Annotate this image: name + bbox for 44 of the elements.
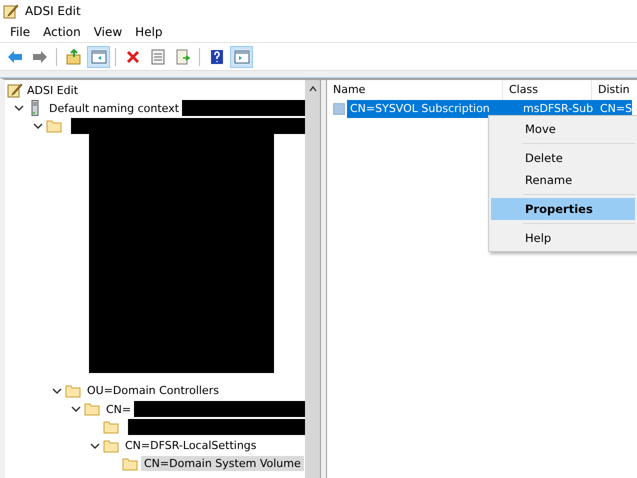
tree-item[interactable]: CN=DFSR-LocalSettings [125,439,257,452]
folder-icon [103,419,119,436]
tree-item[interactable]: Default naming context [49,102,180,115]
tree-item[interactable]: CN= [106,402,132,416]
chevron-icon[interactable] [33,121,43,132]
menu-item[interactable]: Help [129,25,170,39]
chevron-icon[interactable] [71,404,81,414]
folder-icon [84,401,100,418]
window-title: ADSI Edit [25,4,81,18]
window-pane-icon [90,48,106,64]
document-icon [150,48,166,64]
scrollbar[interactable] [305,80,320,478]
menu-item[interactable]: View [88,25,130,39]
export-icon [174,48,190,64]
menu-item[interactable]: Properties [491,198,635,220]
menu-item[interactable]: File [4,25,38,39]
menu-item[interactable]: Rename [491,169,635,191]
tree-item[interactable]: OU=Domain Controllers [87,384,219,398]
menu-item[interactable]: Help [491,227,635,249]
arrow-right-icon [32,48,48,64]
chevron-icon[interactable] [52,386,62,396]
column-header[interactable]: Distin [592,80,630,100]
folder-up-icon [66,48,82,64]
scroll-up-icon[interactable] [308,84,318,94]
folder-icon [122,456,138,472]
object-icon [333,103,345,115]
app-icon [3,3,19,19]
arrow-left-icon [6,48,22,64]
menu-item[interactable]: Action [37,25,88,39]
window-pane-icon [234,48,250,64]
show-action-pane-button[interactable] [230,46,253,68]
chevron-icon[interactable] [90,440,100,451]
help-icon [208,48,224,64]
folder-icon [65,382,81,399]
app-icon [7,82,23,98]
chevron-icon[interactable] [14,103,24,114]
folder-icon [103,438,119,454]
menu-item[interactable]: Delete [491,147,635,169]
menu-item[interactable]: Move [491,118,635,140]
folder-icon [46,118,62,134]
tree-item[interactable]: ADSI Edit [27,84,78,96]
show-tree-button[interactable] [87,46,110,68]
list-cell[interactable]: CN=SYSVOL Subscription [347,100,507,118]
delete-icon [124,48,140,64]
